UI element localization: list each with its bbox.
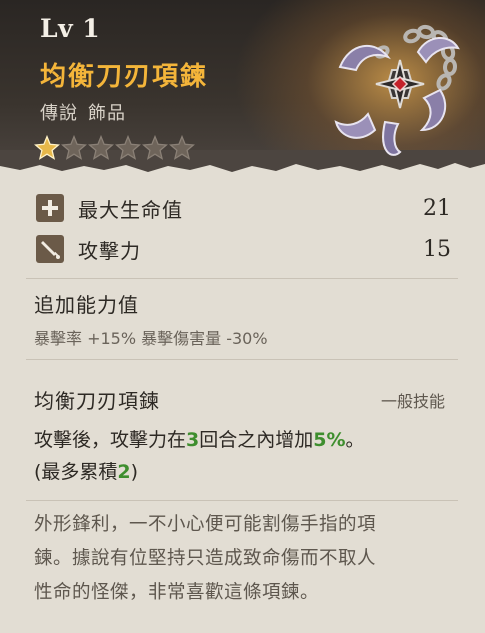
plus-icon [36, 194, 64, 222]
stat-label: 攻擊力 [78, 238, 141, 263]
bonus-title: 追加能力值 [34, 293, 139, 317]
skill-name: 均衡刀刃項鍊 [34, 389, 160, 413]
item-tooltip-card: Lv 1 均衡刀刃項鍊 傳說 飾品 最大生命值 21 攻擊力 15 追加能力值 … [0, 0, 485, 633]
skill-percent: 5% [313, 429, 346, 451]
star-filled-icon [34, 135, 60, 160]
item-category: 飾品 [88, 103, 126, 124]
lore-line: 外形鋒利，一不小心便可能割傷手指的項 [34, 514, 377, 535]
skill-turns: 3 [186, 429, 200, 451]
stat-value: 21 [423, 195, 451, 221]
star-empty-icon [169, 135, 195, 160]
skill-desc-text: 。 [345, 429, 365, 451]
divider [26, 500, 458, 501]
item-lore: 外形鋒利，一不小心便可能割傷手指的項 鍊。據說有位堅持只造成致命傷而不取人 性命… [34, 508, 454, 610]
star-empty-icon [88, 135, 114, 160]
skill-desc-text: ) [130, 461, 139, 483]
item-subtitle: 傳說 飾品 [40, 99, 136, 125]
divider [26, 359, 458, 360]
skill-desc-text: 回合之內增加 [199, 429, 314, 451]
stat-label: 最大生命值 [78, 197, 183, 222]
item-name: 均衡刀刃項鍊 [40, 62, 209, 92]
skill-max-stack: 2 [117, 461, 131, 483]
sword-icon [36, 235, 64, 263]
stat-row-max-hp: 最大生命值 21 [36, 191, 451, 225]
divider [26, 278, 458, 279]
stat-row-attack: 攻擊力 15 [36, 232, 451, 266]
star-empty-icon [61, 135, 87, 160]
item-level: Lv 1 [40, 14, 101, 43]
bonus-text: 暴擊率 +15% 暴擊傷害量 -30% [34, 329, 268, 348]
lore-line: 鍊。據說有位堅持只造成致命傷而不取人 [34, 548, 377, 569]
star-empty-icon [115, 135, 141, 160]
skill-desc-text: 攻擊後，攻擊力在 [34, 429, 187, 451]
star-empty-icon [142, 135, 168, 160]
item-rarity: 傳說 [40, 103, 78, 124]
stat-value: 15 [423, 236, 451, 262]
skill-desc-text: (最多累積 [34, 461, 118, 483]
skill-type: 一般技能 [380, 392, 445, 411]
skill-description: 攻擊後，攻擊力在3回合之內增加5%。 (最多累積2) [34, 424, 454, 488]
lore-line: 性命的怪傑，非常喜歡這條項鍊。 [34, 582, 320, 603]
blade-necklace-icon [334, 24, 460, 156]
star-rating [34, 135, 195, 161]
